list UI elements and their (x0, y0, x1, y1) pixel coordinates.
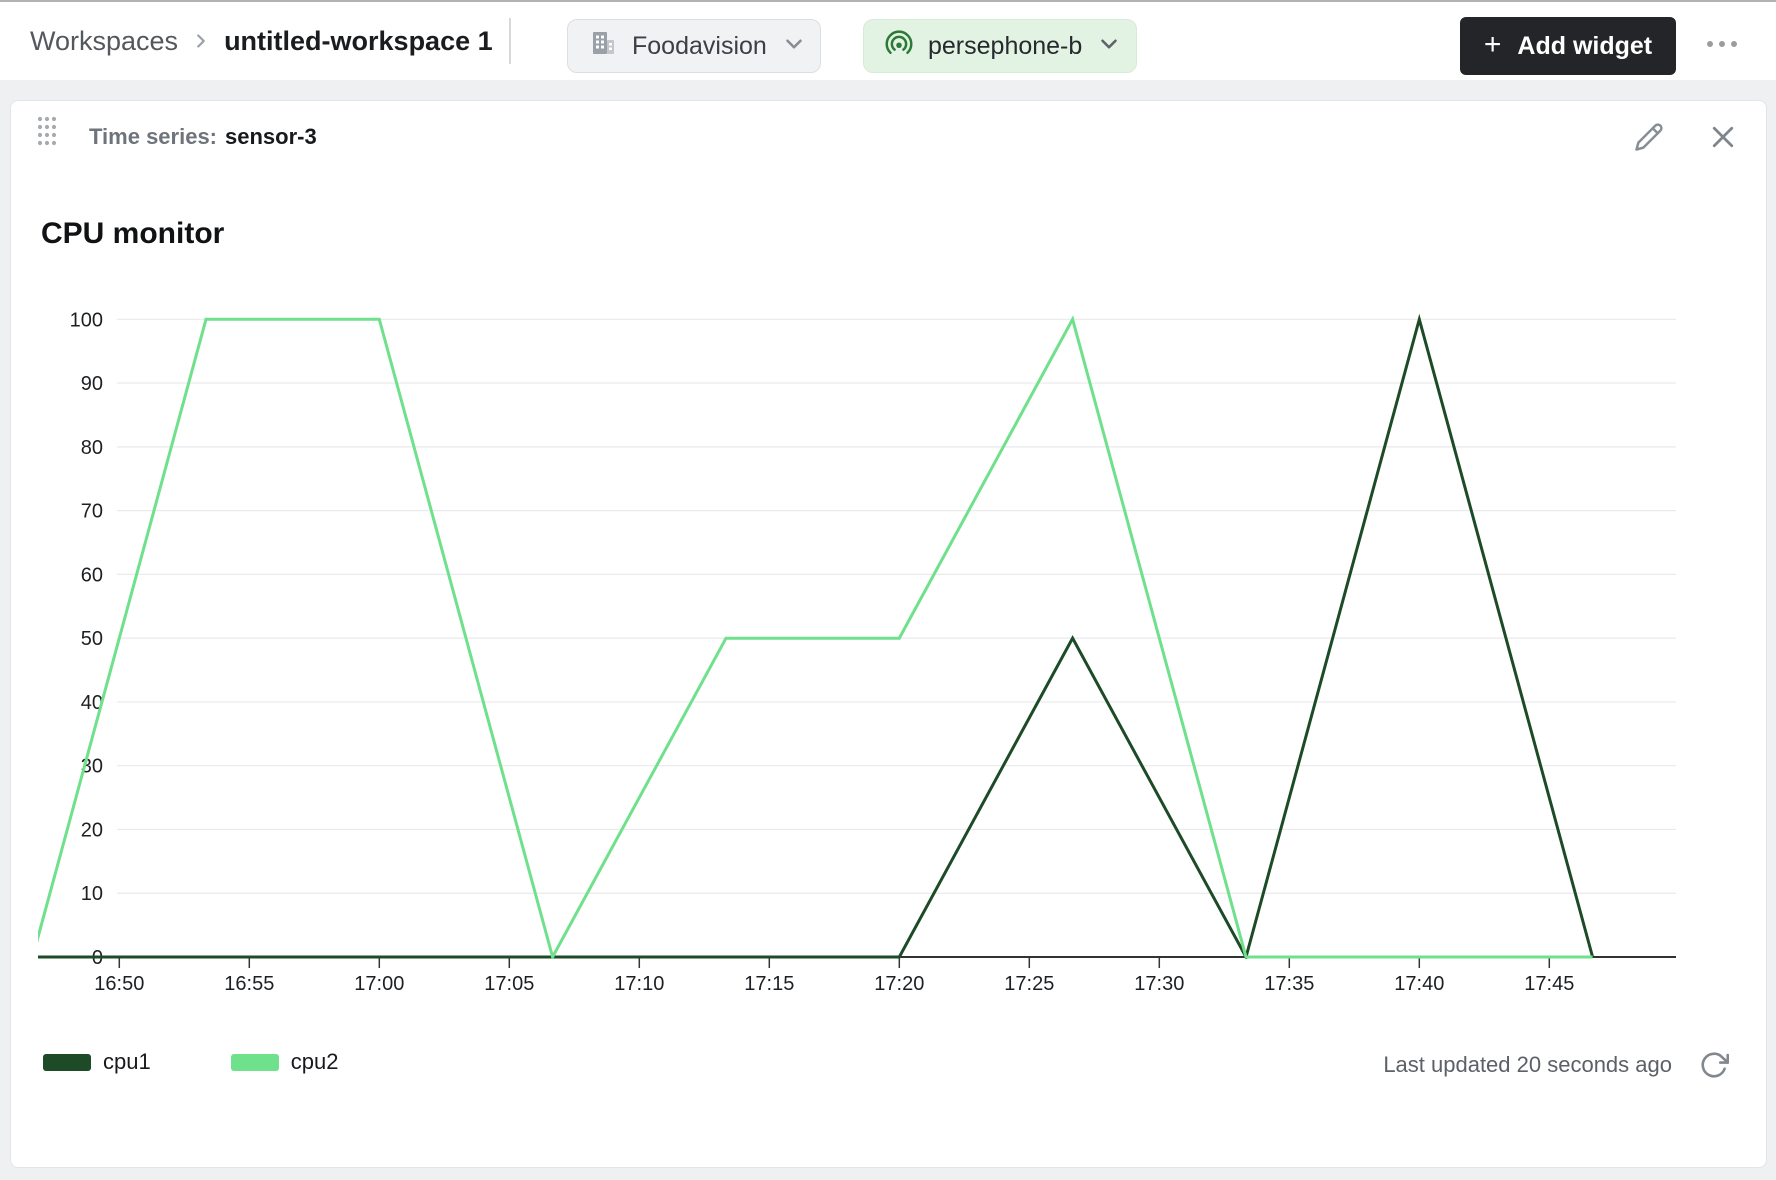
legend-label: cpu1 (103, 1049, 151, 1075)
x-tick-label: 16:55 (224, 973, 274, 995)
legend-item-cpu1[interactable]: cpu1 (43, 1049, 151, 1075)
ellipsis-icon (1707, 41, 1713, 47)
y-tick-label: 70 (81, 501, 103, 523)
chart-legend: cpu1 cpu2 (43, 1049, 338, 1075)
legend-item-cpu2[interactable]: cpu2 (231, 1049, 339, 1075)
y-tick-label: 80 (81, 437, 103, 459)
x-tick-label: 17:15 (744, 973, 794, 995)
x-tick-label: 17:35 (1264, 973, 1314, 995)
chevron-down-icon (781, 31, 807, 62)
add-widget-button[interactable]: + Add widget (1460, 17, 1676, 75)
x-tick-label: 17:30 (1134, 973, 1184, 995)
x-tick-label: 17:00 (354, 973, 404, 995)
broadcast-icon (884, 29, 914, 64)
breadcrumb: Workspaces untitled-workspace 1 (30, 2, 511, 80)
last-updated-text: Last updated 20 seconds ago (1383, 1052, 1672, 1078)
workspace-name-input[interactable]: untitled-workspace 1 (224, 26, 493, 57)
widget-card: Time series: sensor-3 CPU monitor 16:501… (10, 100, 1767, 1168)
text-cursor (509, 18, 511, 64)
add-widget-label: Add widget (1517, 32, 1652, 61)
plus-icon: + (1484, 30, 1502, 60)
device-selector[interactable]: persephone-b (863, 19, 1137, 73)
organization-selector[interactable]: Foodavision (567, 19, 821, 73)
y-tick-label: 90 (81, 373, 103, 395)
chart-canvas: 16:50 16:55 17:00 17:05 17:10 17:15 17:20 17:25… (11, 101, 1768, 1169)
breadcrumb-workspaces[interactable]: Workspaces (30, 26, 178, 57)
legend-swatch (231, 1054, 279, 1071)
y-tick-label: 10 (81, 883, 103, 905)
refresh-icon (1699, 1050, 1729, 1080)
chevron-right-icon (190, 30, 212, 52)
y-tick-label: 20 (81, 819, 103, 841)
building-icon (588, 29, 618, 64)
organization-label: Foodavision (632, 32, 767, 61)
x-tick-label: 17:40 (1394, 973, 1444, 995)
legend-label: cpu2 (291, 1049, 339, 1075)
app-window: Workspaces untitled-workspace 1 (0, 0, 1776, 1180)
x-tick-label: 17:05 (484, 973, 534, 995)
device-label: persephone-b (928, 32, 1082, 61)
last-updated-area: Last updated 20 seconds ago (1383, 1045, 1730, 1085)
y-tick-label: 50 (81, 628, 103, 650)
chevron-down-icon (1096, 31, 1122, 62)
x-tick-label: 17:45 (1524, 973, 1574, 995)
x-tick-label: 17:25 (1004, 973, 1054, 995)
x-tick-label: 17:10 (614, 973, 664, 995)
refresh-button[interactable] (1698, 1049, 1730, 1081)
x-tick-label: 16:50 (94, 973, 144, 995)
legend-swatch (43, 1054, 91, 1071)
x-tick-label: 17:20 (874, 973, 924, 995)
y-tick-label: 100 (70, 309, 103, 331)
more-options-button[interactable] (1698, 30, 1746, 58)
topbar: Workspaces untitled-workspace 1 (0, 2, 1776, 80)
y-tick-label: 60 (81, 564, 103, 586)
